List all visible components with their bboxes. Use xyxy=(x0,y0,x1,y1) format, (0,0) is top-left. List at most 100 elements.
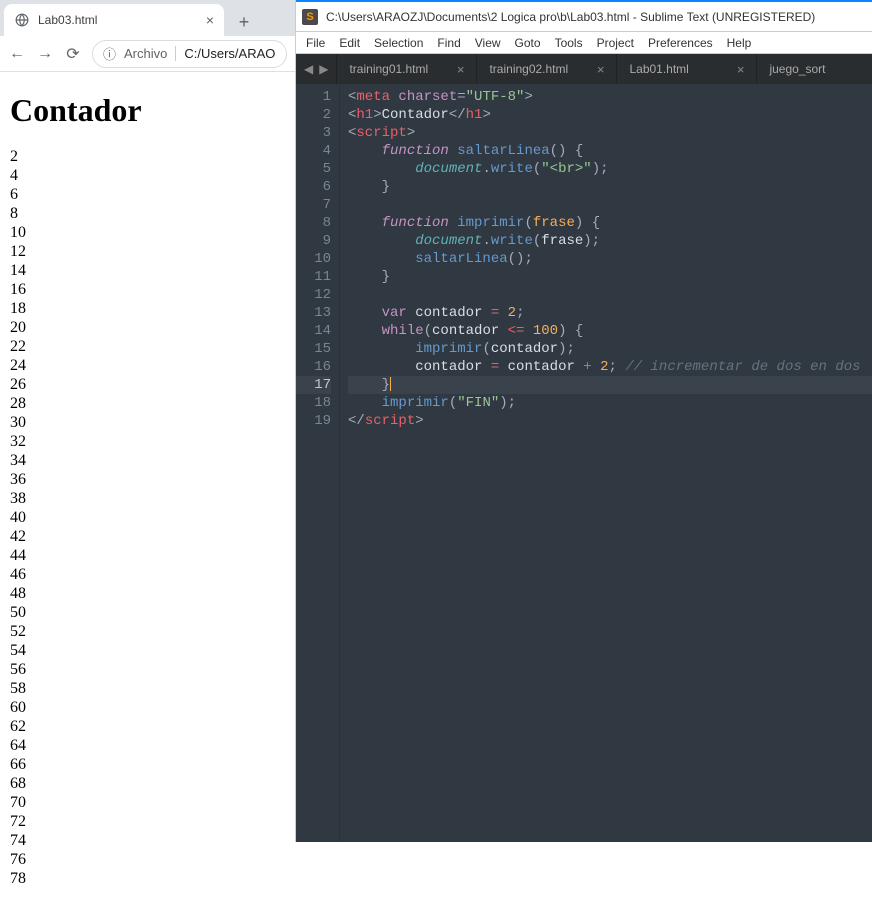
menu-item[interactable]: Tools xyxy=(555,36,583,50)
output-line: 48 xyxy=(10,584,285,603)
line-number: 5 xyxy=(296,160,331,178)
reload-icon[interactable]: ⟳ xyxy=(64,44,82,64)
output-line: 6 xyxy=(10,185,285,204)
code-line: imprimir("FIN"); xyxy=(348,394,872,412)
code-line: imprimir(contador); xyxy=(348,340,872,358)
browser-tab-title: Lab03.html xyxy=(38,13,198,27)
line-number: 13 xyxy=(296,304,331,322)
output-line: 14 xyxy=(10,261,285,280)
sublime-tab-bar: ◀ ▶ training01.html×training02.html×Lab0… xyxy=(296,54,872,84)
menu-item[interactable]: Preferences xyxy=(648,36,713,50)
close-icon[interactable]: × xyxy=(206,12,214,28)
code-line: document.write("<br>"); xyxy=(348,160,872,178)
output-line: 20 xyxy=(10,318,285,337)
menu-item[interactable]: Help xyxy=(727,36,752,50)
code-line: var contador = 2; xyxy=(348,304,872,322)
editor-tab-label: Lab01.html xyxy=(629,62,688,76)
editor-tab[interactable]: Lab01.html × xyxy=(617,54,757,84)
close-icon[interactable]: × xyxy=(737,62,745,77)
output-line: 16 xyxy=(10,280,285,299)
menu-item[interactable]: Edit xyxy=(339,36,360,50)
sublime-window: S C:\Users\ARAOZJ\Documents\2 Logica pro… xyxy=(296,0,872,842)
line-number: 17 xyxy=(296,376,331,394)
output-line: 34 xyxy=(10,451,285,470)
close-icon[interactable]: × xyxy=(597,62,605,77)
page-title: Contador xyxy=(10,92,285,129)
triangle-left-icon[interactable]: ◀ xyxy=(304,62,313,76)
line-number: 3 xyxy=(296,124,331,142)
line-number: 19 xyxy=(296,412,331,430)
tab-scroll-arrows[interactable]: ◀ ▶ xyxy=(296,54,337,84)
menu-item[interactable]: View xyxy=(475,36,501,50)
editor-area[interactable]: 12345678910111213141516171819 <meta char… xyxy=(296,84,872,842)
line-number: 4 xyxy=(296,142,331,160)
back-icon[interactable]: ← xyxy=(8,45,26,63)
line-number: 8 xyxy=(296,214,331,232)
menu-item[interactable]: Find xyxy=(437,36,460,50)
menu-item[interactable]: Selection xyxy=(374,36,423,50)
output-line: 4 xyxy=(10,166,285,185)
output-line: 22 xyxy=(10,337,285,356)
output-line: 54 xyxy=(10,641,285,660)
output-line: 62 xyxy=(10,717,285,736)
address-bar[interactable]: ⓘ Archivo C:/Users/ARAO xyxy=(92,40,287,68)
output-line: 18 xyxy=(10,299,285,318)
code-line xyxy=(348,196,872,214)
output-line: 76 xyxy=(10,850,285,869)
output-line: 56 xyxy=(10,660,285,679)
editor-tab[interactable]: juego_sort xyxy=(757,54,872,84)
output-line: 50 xyxy=(10,603,285,622)
code-line: } xyxy=(348,376,872,394)
line-number: 6 xyxy=(296,178,331,196)
output-line: 10 xyxy=(10,223,285,242)
sublime-title-text: C:\Users\ARAOZJ\Documents\2 Logica pro\b… xyxy=(326,10,815,24)
code-line: } xyxy=(348,178,872,196)
editor-tab-label: training02.html xyxy=(489,62,568,76)
code-line: function imprimir(frase) { xyxy=(348,214,872,232)
output-line: 40 xyxy=(10,508,285,527)
code-line: </script> xyxy=(348,412,872,430)
menu-item[interactable]: File xyxy=(306,36,325,50)
output-line: 68 xyxy=(10,774,285,793)
output-line: 30 xyxy=(10,413,285,432)
code-line xyxy=(348,286,872,304)
output-line: 52 xyxy=(10,622,285,641)
output-line: 64 xyxy=(10,736,285,755)
editor-tab-label: training01.html xyxy=(349,62,428,76)
info-icon: ⓘ xyxy=(103,44,116,63)
output-line: 26 xyxy=(10,375,285,394)
close-icon[interactable]: × xyxy=(457,62,465,77)
browser-toolbar: ← → ⟳ ⓘ Archivo C:/Users/ARAO xyxy=(0,36,295,72)
output-line: 38 xyxy=(10,489,285,508)
output-line: 46 xyxy=(10,565,285,584)
code-line: <h1>Contador</h1> xyxy=(348,106,872,124)
new-tab-button[interactable]: + xyxy=(230,8,258,36)
output-line: 60 xyxy=(10,698,285,717)
menu-item[interactable]: Project xyxy=(597,36,634,50)
output-line: 32 xyxy=(10,432,285,451)
code-area[interactable]: <meta charset="UTF-8"><h1>Contador</h1><… xyxy=(340,84,872,842)
output-line: 78 xyxy=(10,869,285,888)
line-number: 18 xyxy=(296,394,331,412)
line-number: 15 xyxy=(296,340,331,358)
editor-tab[interactable]: training01.html × xyxy=(337,54,477,84)
address-url: C:/Users/ARAO xyxy=(184,46,275,61)
triangle-right-icon[interactable]: ▶ xyxy=(319,62,328,76)
code-line: } xyxy=(348,268,872,286)
line-number: 14 xyxy=(296,322,331,340)
output-line: 36 xyxy=(10,470,285,489)
menu-item[interactable]: Goto xyxy=(515,36,541,50)
output-line: 74 xyxy=(10,831,285,850)
code-line: contador = contador + 2; // incrementar … xyxy=(348,358,872,376)
output-line: 28 xyxy=(10,394,285,413)
output-line: 8 xyxy=(10,204,285,223)
forward-icon[interactable]: → xyxy=(36,45,54,63)
line-number: 10 xyxy=(296,250,331,268)
output-line: 58 xyxy=(10,679,285,698)
line-number: 7 xyxy=(296,196,331,214)
output-line: 72 xyxy=(10,812,285,831)
code-line: function saltarLinea() { xyxy=(348,142,872,160)
editor-tab[interactable]: training02.html × xyxy=(477,54,617,84)
browser-tab[interactable]: Lab03.html × xyxy=(4,4,224,36)
line-number: 1 xyxy=(296,88,331,106)
